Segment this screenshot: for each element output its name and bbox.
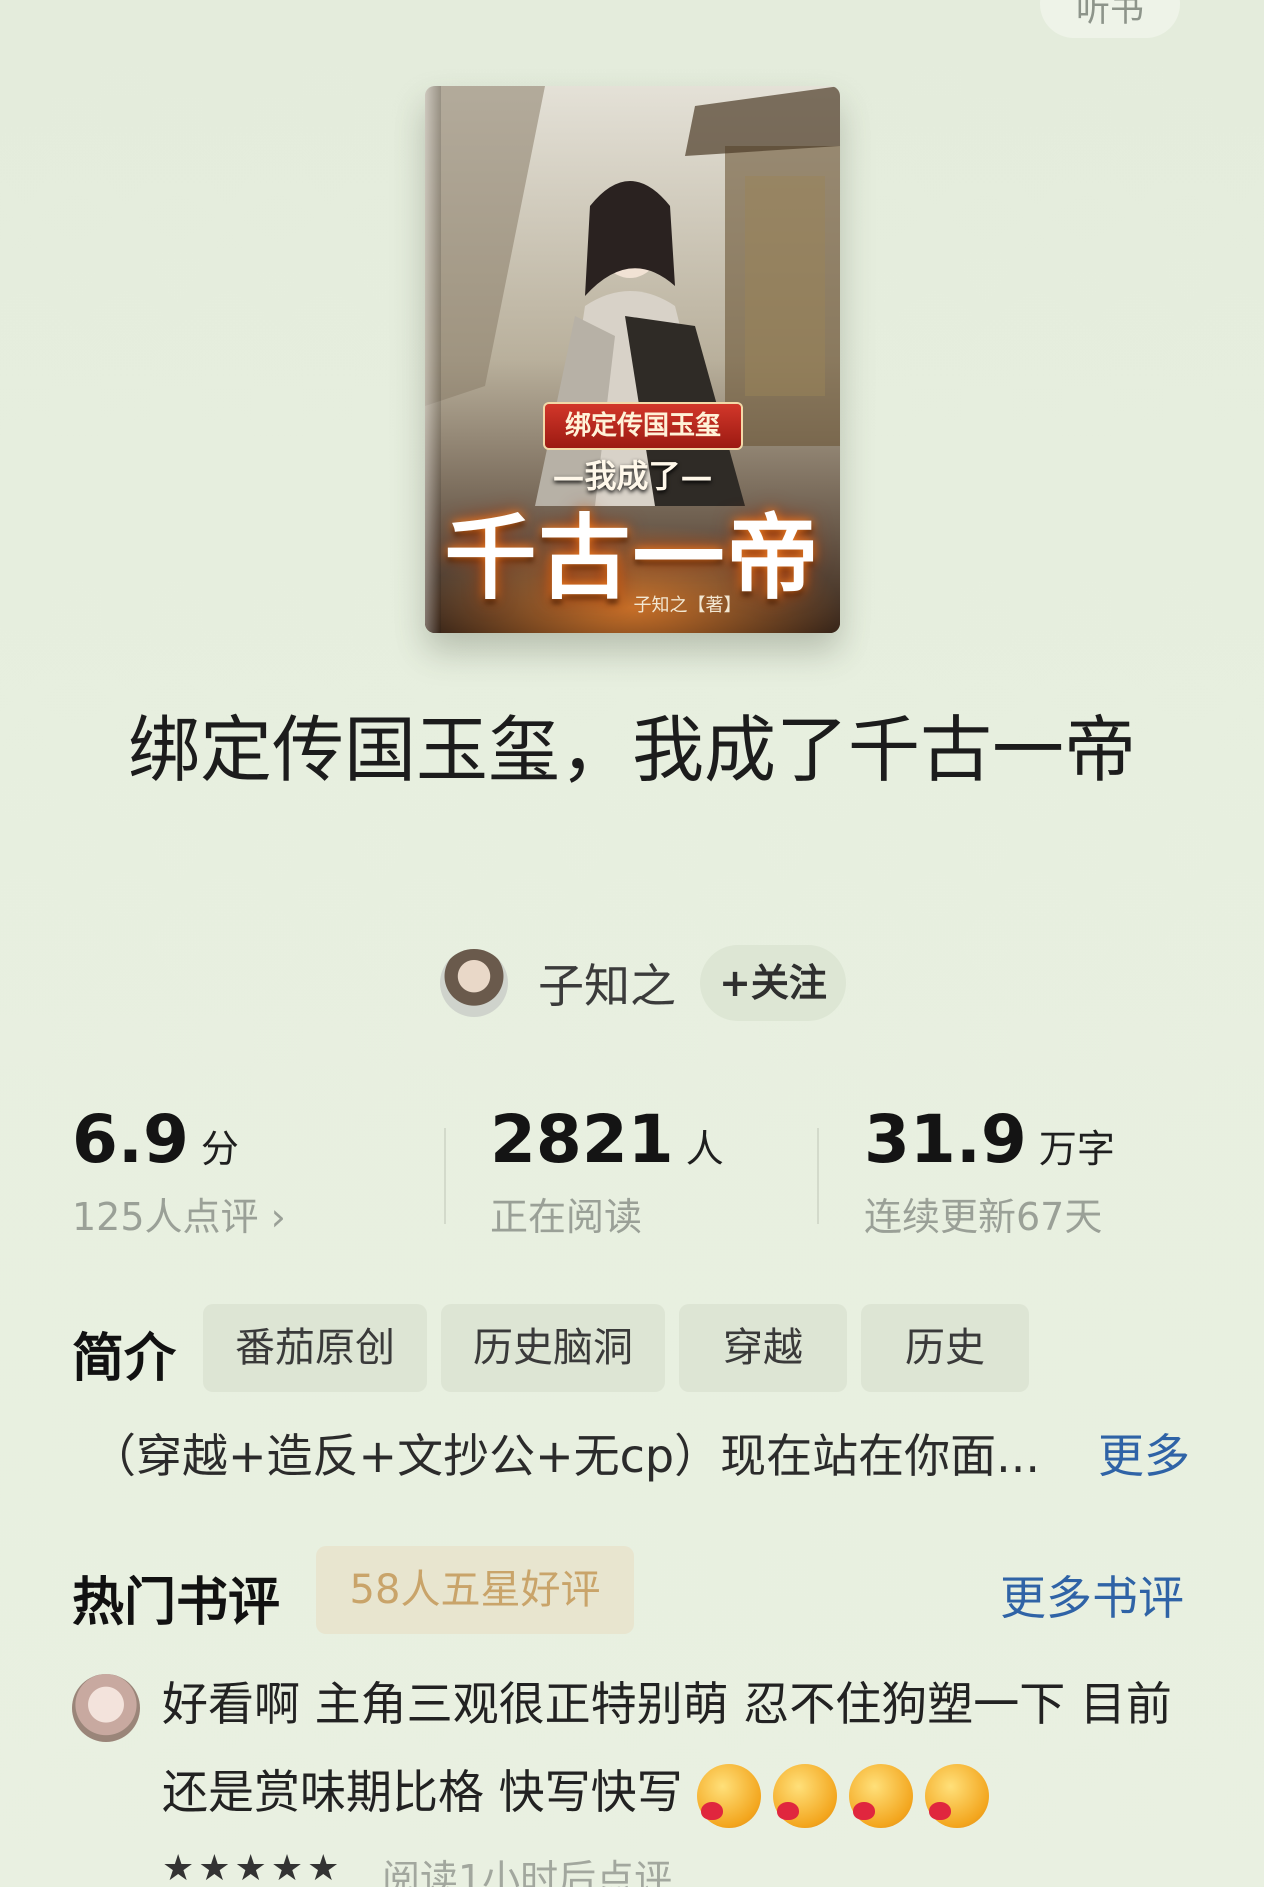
reviewer-avatar[interactable] bbox=[72, 1674, 140, 1742]
readers-unit: 人 bbox=[685, 1127, 724, 1171]
author-avatar[interactable] bbox=[440, 949, 508, 1017]
score-reviews-link[interactable]: 125人点评 › bbox=[72, 1192, 286, 1242]
tag-item[interactable]: 历史脑洞 bbox=[441, 1304, 665, 1392]
score-value: 6.9 bbox=[72, 1101, 189, 1178]
author-name[interactable]: 子知之 bbox=[538, 950, 676, 1016]
listen-button[interactable]: 听书 bbox=[1040, 0, 1180, 38]
tag-item[interactable]: 历史 bbox=[861, 1304, 1029, 1392]
words-unit: 万字 bbox=[1038, 1127, 1115, 1171]
emoji-group bbox=[697, 1763, 1001, 1828]
review-item[interactable]: 好看啊 主角三观很正特别萌 忍不住狗塑一下 目前还是赏味期比格 快写快写 bbox=[162, 1660, 1202, 1836]
kiss-emoji-icon bbox=[773, 1763, 838, 1828]
book-title: 绑定传国玉玺，我成了千古一帝 bbox=[127, 708, 1136, 792]
stat-readers: 2821 人 正在阅读 bbox=[490, 1100, 724, 1242]
review-stars: ★★★★★ bbox=[162, 1848, 344, 1887]
tag-item[interactable]: 番茄原创 bbox=[203, 1304, 427, 1392]
intro-text[interactable]: （穿越+造反+文抄公+无cp）现在站在你面... bbox=[90, 1420, 1040, 1486]
stat-divider bbox=[817, 1128, 819, 1224]
intro-more-link[interactable]: 更多 bbox=[1098, 1420, 1190, 1486]
words-value: 31.9 bbox=[864, 1101, 1027, 1178]
tag-list: 番茄原创 历史脑洞 穿越 历史 bbox=[203, 1304, 1043, 1392]
review-text: 好看啊 主角三观很正特别萌 忍不住狗塑一下 目前还是赏味期比格 快写快写 bbox=[162, 1677, 1172, 1819]
book-stats: 6.9 分 125人点评 › 2821 人 正在阅读 31.9 万字 连续更新67天 bbox=[72, 1100, 1192, 1240]
author-row: 子知之 +关注 bbox=[440, 945, 846, 1021]
kiss-emoji-icon bbox=[697, 1763, 762, 1828]
score-unit: 分 bbox=[200, 1127, 239, 1171]
book-cover[interactable]: 绑定传国玉玺 —我成了— 千古一帝 子知之【著】 bbox=[425, 86, 840, 633]
cover-author: 子知之【著】 bbox=[633, 595, 742, 616]
intro-label: 简介 bbox=[72, 1329, 177, 1389]
follow-button[interactable]: +关注 bbox=[700, 945, 846, 1021]
stat-divider bbox=[444, 1128, 446, 1224]
readers-label: 正在阅读 bbox=[490, 1195, 643, 1239]
stat-words: 31.9 万字 连续更新67天 bbox=[864, 1100, 1115, 1242]
stat-score[interactable]: 6.9 分 125人点评 › bbox=[72, 1100, 286, 1242]
readers-value: 2821 bbox=[490, 1101, 674, 1178]
five-star-badge: 58人五星好评 bbox=[316, 1546, 634, 1634]
update-days-label: 连续更新67天 bbox=[864, 1195, 1103, 1239]
kiss-emoji-icon bbox=[925, 1763, 990, 1828]
more-reviews-link[interactable]: 更多书评 bbox=[1000, 1562, 1184, 1628]
review-meta: 阅读1小时后点评 bbox=[382, 1857, 673, 1887]
cover-tag: 绑定传国玉玺 bbox=[545, 404, 741, 448]
kiss-emoji-icon bbox=[849, 1763, 914, 1828]
reviews-label: 热门书评 bbox=[72, 1573, 281, 1633]
tag-item[interactable]: 穿越 bbox=[679, 1304, 847, 1392]
